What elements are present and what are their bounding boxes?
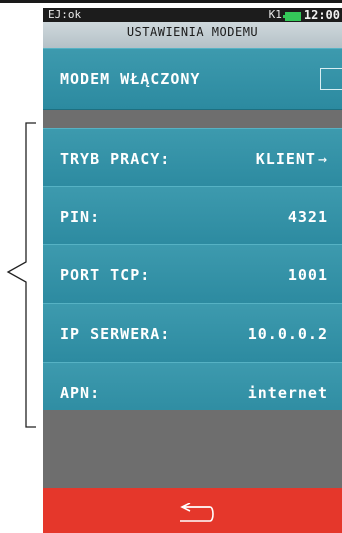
screen-title: USTAWIENIA MODEMU — [43, 22, 342, 48]
modem-enabled-label: MODEM WŁĄCZONY — [60, 70, 201, 88]
server-ip-value: 10.0.0.2 — [247, 325, 328, 343]
server-ip-label: IP SERWERA: — [60, 325, 171, 343]
device-screen: EJ:ok K1 12:00 USTAWIENIA MODEMU MODEM W… — [43, 8, 342, 533]
apn-label: APN: — [60, 384, 101, 402]
clock: 12:00 — [303, 8, 340, 22]
profile-label: K1 — [268, 8, 282, 21]
mode-label: TRYB PRACY: — [60, 150, 171, 168]
status-right: K1 12:00 — [269, 8, 340, 22]
tcp-port-value: 1001 — [287, 266, 328, 284]
top-rule — [0, 0, 342, 3]
arrow-right-icon: → — [317, 150, 328, 168]
ej-status: EJ:ok — [48, 8, 82, 21]
back-button[interactable] — [43, 488, 342, 533]
setting-row-pin[interactable]: PIN: 4321 — [43, 186, 342, 248]
setting-row-tcp-port[interactable]: PORT TCP: 1001 — [43, 244, 342, 306]
bracket-annotation — [6, 122, 36, 428]
pin-value: 4321 — [287, 208, 328, 226]
modem-enabled-checkbox[interactable] — [320, 68, 342, 90]
back-arrow-icon — [180, 503, 214, 522]
battery-icon — [282, 11, 301, 21]
pin-label: PIN: — [60, 208, 101, 226]
setting-row-server-ip[interactable]: IP SERWERA: 10.0.0.2 — [43, 303, 342, 365]
status-bar: EJ:ok K1 12:00 — [43, 8, 342, 22]
mode-value: KLIENT → — [255, 150, 328, 168]
empty-area — [43, 410, 342, 488]
tcp-port-label: PORT TCP: — [60, 266, 151, 284]
apn-value: internet — [247, 384, 328, 402]
setting-row-mode[interactable]: TRYB PRACY: KLIENT → — [43, 128, 342, 190]
modem-enabled-row[interactable]: MODEM WŁĄCZONY — [43, 48, 342, 110]
